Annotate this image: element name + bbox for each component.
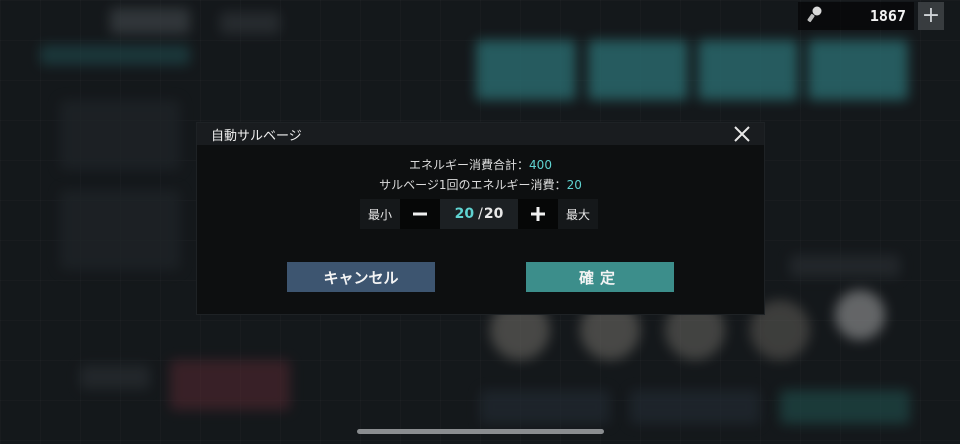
quantity-separator: / (478, 206, 483, 222)
total-energy-label: エネルギー消費合計： (409, 158, 530, 172)
currency-counter: 1867 (798, 2, 914, 30)
energy-info: エネルギー消費合計：400 サルベージ1回のエネルギー消費：20 (197, 155, 764, 195)
max-button[interactable]: 最大 (558, 199, 598, 229)
quantity-current: 20 (454, 206, 475, 222)
currency-amount: 1867 (869, 7, 906, 25)
plus-icon: + (921, 3, 941, 28)
dialog-title: 自動サルベージ (211, 128, 302, 144)
add-currency-button[interactable]: + (918, 2, 944, 30)
total-energy-value: 400 (529, 158, 552, 172)
decrement-button[interactable] (400, 199, 440, 229)
energy-mic-icon (806, 5, 824, 27)
home-indicator[interactable] (357, 429, 604, 434)
dialog-header: 自動サルベージ (197, 123, 764, 145)
auto-salvage-dialog: 自動サルベージ エネルギー消費合計：400 サルベージ1回のエネルギー消費：20… (197, 123, 764, 314)
confirm-button[interactable]: 確定 (526, 262, 674, 292)
per-salvage-label: サルベージ1回のエネルギー消費： (379, 178, 567, 192)
close-icon (734, 126, 750, 142)
plus-icon (531, 207, 545, 221)
per-salvage-line: サルベージ1回のエネルギー消費：20 (197, 175, 764, 195)
per-salvage-value: 20 (566, 178, 582, 192)
minus-icon (413, 212, 427, 216)
min-button[interactable]: 最小 (360, 199, 400, 229)
quantity-stepper: 最小 20 / 20 最大 (360, 199, 598, 229)
increment-button[interactable] (518, 199, 558, 229)
quantity-display: 20 / 20 (440, 199, 518, 229)
quantity-max: 20 (483, 206, 504, 222)
total-energy-line: エネルギー消費合計：400 (197, 155, 764, 175)
cancel-button[interactable]: キャンセル (287, 262, 435, 292)
close-button[interactable] (732, 124, 752, 144)
